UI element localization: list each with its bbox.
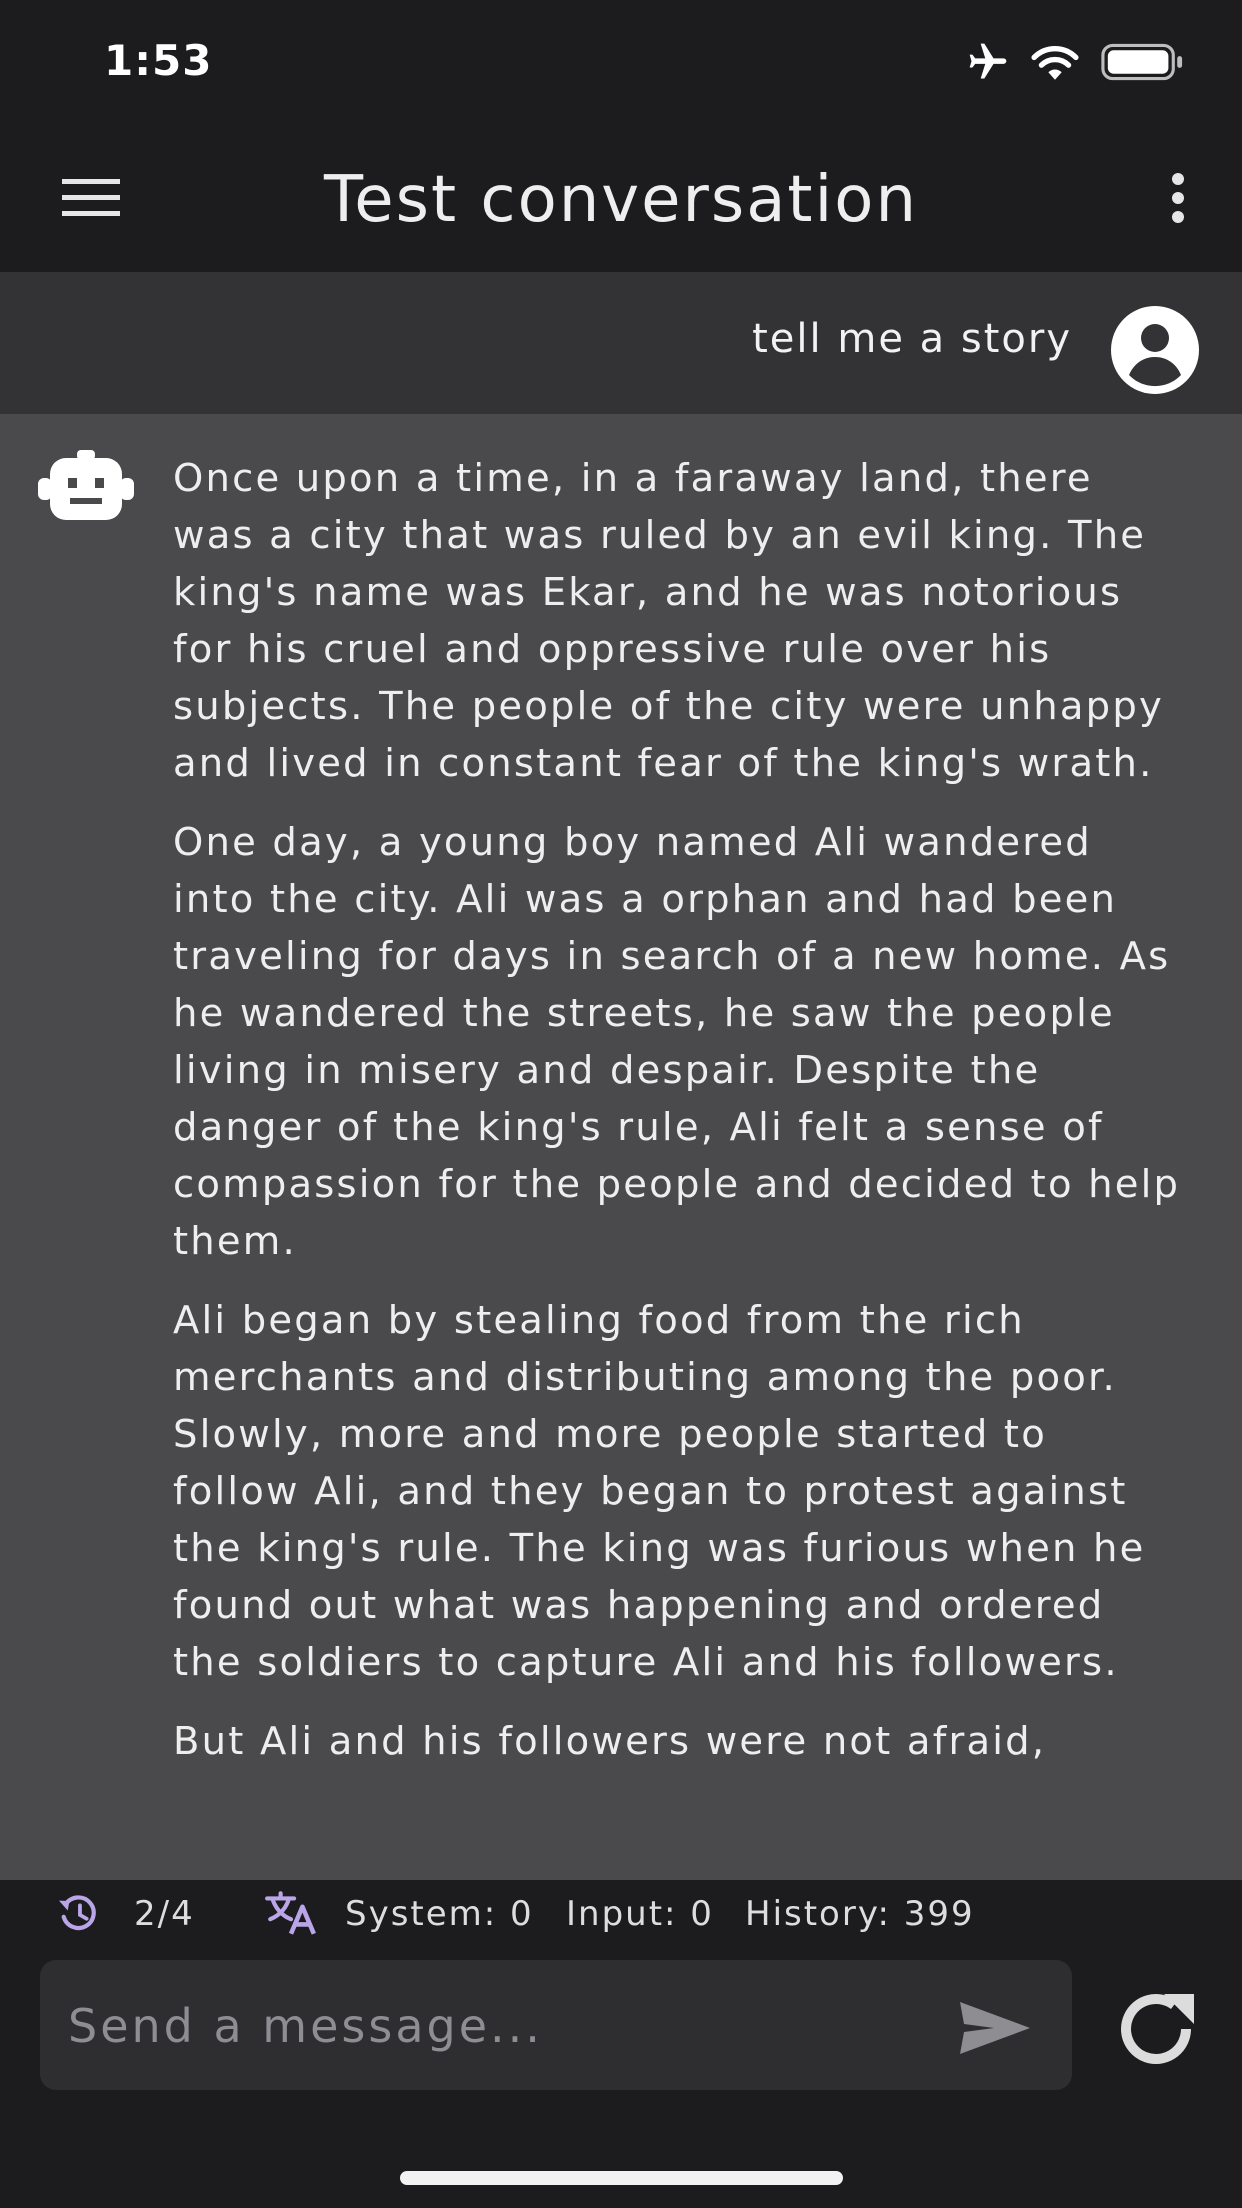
user-message-row: tell me a story bbox=[0, 272, 1242, 414]
user-message-text: tell me a story bbox=[752, 316, 1072, 362]
history-icon[interactable] bbox=[56, 1892, 102, 1934]
message-input-box bbox=[40, 1960, 1072, 2092]
send-icon[interactable] bbox=[958, 2000, 1032, 2056]
history-count: 2/4 bbox=[134, 1894, 195, 1934]
bot-paragraph: But Ali and his followers were not afrai… bbox=[173, 1719, 1047, 1764]
message-input[interactable] bbox=[66, 1960, 950, 2092]
bot-paragraph: Once upon a time, in a faraway land, the… bbox=[173, 456, 1164, 786]
input-tokens: Input: 0 bbox=[566, 1894, 714, 1934]
status-icons bbox=[964, 40, 1194, 84]
bot-paragraph: One day, a young boy named Ali wandered … bbox=[173, 820, 1181, 1264]
composer-footer: 2/4 System: 0 Input: 0 History: 399 bbox=[0, 1880, 1242, 2208]
wifi-icon bbox=[1031, 46, 1079, 80]
app-bar: Test conversation bbox=[0, 125, 1242, 272]
bot-paragraph: Ali began by stealing food from the rich… bbox=[173, 1298, 1146, 1685]
history-tokens: History: 399 bbox=[745, 1894, 975, 1934]
token-stats: 2/4 System: 0 Input: 0 History: 399 bbox=[0, 1880, 1242, 1946]
refresh-icon[interactable] bbox=[1116, 1990, 1200, 2068]
translate-icon[interactable] bbox=[264, 1890, 318, 1936]
status-bar: 1:53 bbox=[0, 0, 1242, 125]
battery-icon bbox=[1101, 43, 1183, 81]
bot-message-text: Once upon a time, in a faraway land, the… bbox=[173, 450, 1183, 1792]
system-tokens: System: 0 bbox=[345, 1894, 534, 1934]
status-time: 1:53 bbox=[104, 36, 213, 85]
account-circle-icon bbox=[1111, 306, 1199, 394]
conversation-title: Test conversation bbox=[324, 163, 918, 237]
airplane-icon bbox=[969, 43, 1007, 79]
bot-message-row: Once upon a time, in a faraway land, the… bbox=[0, 414, 1242, 1880]
home-indicator[interactable] bbox=[400, 2171, 843, 2185]
more-vert-icon[interactable] bbox=[1154, 171, 1202, 227]
robot-icon bbox=[38, 450, 134, 520]
